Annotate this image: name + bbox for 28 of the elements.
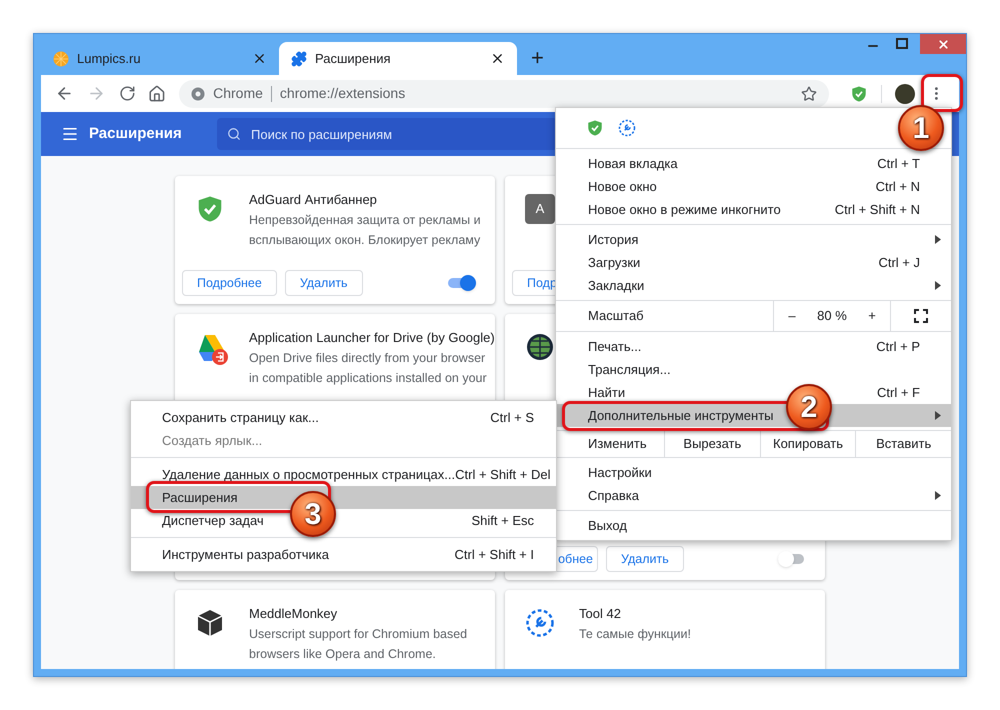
url-text: chrome://extensions (280, 84, 406, 103)
zoom-label: Масштаб (587, 307, 645, 326)
extension-description: всплывающих окон. Блокирует рекламу (249, 232, 481, 249)
site-label: Chrome (213, 84, 263, 103)
extension-title: MeddleMonkey (249, 605, 338, 623)
shortcut-label: Ctrl + Shift + N (834, 200, 920, 219)
shortcut-label: Ctrl + F (877, 384, 920, 402)
shortcut-label: Ctrl + Shift + I (454, 546, 534, 564)
shortcut-label: Shift + Esc (472, 512, 534, 530)
extension-description: Open Drive files directly from your browser (249, 350, 486, 367)
extension-title: AdGuard Антибаннер (249, 191, 378, 209)
extension-description: in compatible applications installed on your (249, 370, 488, 387)
edit-label: Изменить (587, 435, 648, 454)
shortcut-label: Ctrl + Shift + Del (455, 466, 550, 484)
extension-description: browsers like Opera and Chrome. (249, 646, 437, 663)
shortcut-label: Ctrl + P (876, 338, 920, 356)
extension-title: Application Launcher for Drive (by Google) (249, 329, 495, 347)
zoom-value: 80 % (816, 307, 848, 326)
shortcut-label: Ctrl + T (877, 154, 920, 173)
shortcut-label: Ctrl + J (878, 254, 920, 272)
shortcut-label: Ctrl + N (876, 178, 920, 196)
extension-letter-icon: A (525, 194, 555, 224)
extension-description: Userscript support for Chromium based (249, 626, 468, 643)
page-title: Расширения (89, 124, 183, 144)
extension-description: Те самые функции! (579, 626, 691, 643)
extension-title: Tool 42 (579, 605, 622, 623)
shortcut-label: Ctrl + S (490, 408, 534, 427)
extension-description: Непревзойденная защита от рекламы и (249, 212, 481, 229)
